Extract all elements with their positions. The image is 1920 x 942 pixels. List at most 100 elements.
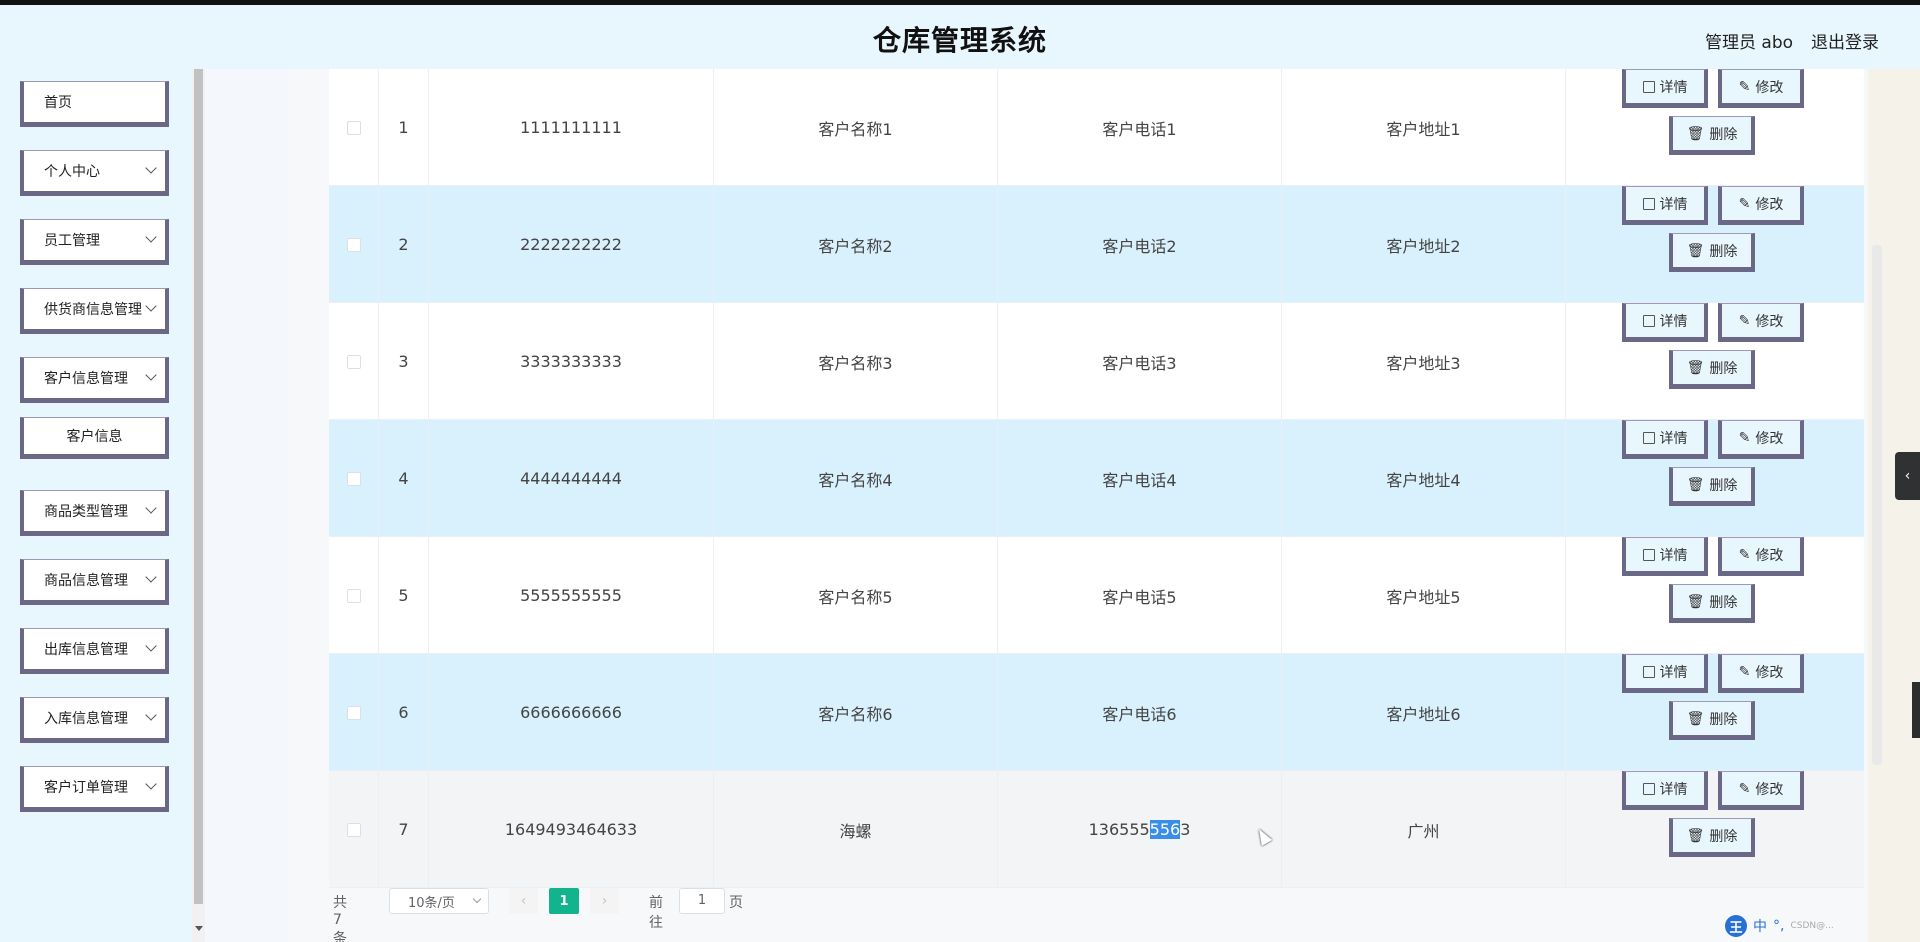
edit-button[interactable]: ✎ 修改 — [1718, 654, 1804, 693]
trash-icon: 🗑 — [1686, 476, 1705, 493]
customer-account: 4444444444 — [429, 420, 714, 537]
chevron-down-icon — [145, 778, 157, 790]
sidebar-item-products[interactable]: 商品信息管理 — [20, 559, 169, 605]
delete-button[interactable]: 🗑 删除 — [1669, 818, 1755, 857]
customer-phone: 客户电话3 — [998, 303, 1282, 420]
row-checkbox[interactable] — [346, 822, 361, 837]
page-suffix: 页 — [729, 895, 743, 911]
sidebar-item-outbound[interactable]: 出库信息管理 — [20, 628, 169, 674]
sidebar-item-label: 入库信息管理 — [44, 711, 128, 727]
pencil-icon: ✎ — [1738, 195, 1751, 212]
delete-button[interactable]: 🗑 删除 — [1669, 116, 1755, 155]
detail-button[interactable]: 详情 — [1622, 654, 1708, 693]
row-checkbox[interactable] — [346, 120, 361, 135]
sidebar-item-label: 商品类型管理 — [44, 504, 128, 520]
detail-button[interactable]: 详情 — [1622, 69, 1708, 108]
trash-icon: 🗑 — [1686, 593, 1705, 610]
row-checkbox[interactable] — [346, 237, 361, 252]
detail-button[interactable]: 详情 — [1622, 186, 1708, 225]
customer-name: 客户名称2 — [714, 186, 998, 303]
pencil-icon: ✎ — [1738, 780, 1751, 797]
sidebar-item-label: 首页 — [44, 95, 72, 111]
logout-link[interactable]: 退出登录 — [1811, 28, 1879, 53]
row-index: 1 — [379, 69, 429, 186]
edit-button[interactable]: ✎ 修改 — [1718, 69, 1804, 108]
sidebar-subitem-customer-info[interactable]: 客户信息 — [20, 417, 169, 459]
table-row: 4 4444444444 客户名称4 客户电话4 客户地址4 详情 ✎ 修改 🗑 删… — [329, 420, 1864, 537]
next-page-button[interactable]: › — [590, 888, 619, 914]
sidebar-item-home[interactable]: 首页 — [20, 81, 169, 127]
customer-phone: 客户电话4 — [998, 420, 1282, 537]
app-title: 仓库管理系统 — [872, 24, 1047, 57]
row-checkbox[interactable] — [346, 588, 361, 603]
row-index: 5 — [379, 537, 429, 654]
watermark: CSDN@... — [1790, 921, 1834, 931]
detail-button[interactable]: 详情 — [1622, 771, 1708, 810]
sidebar-item-profile[interactable]: 个人中心 — [20, 150, 169, 196]
pencil-icon: ✎ — [1738, 546, 1751, 563]
goto-page-input[interactable]: 1 — [679, 888, 725, 914]
row-checkbox[interactable] — [346, 705, 361, 720]
customer-phone: 客户电话5 — [998, 537, 1282, 654]
ime-punct[interactable]: °, — [1773, 918, 1784, 934]
sidebar-item-label: 出库信息管理 — [44, 642, 128, 658]
side-tab[interactable] — [1912, 682, 1920, 738]
scroll-down-arrow-icon[interactable] — [195, 926, 203, 931]
sidebar-scrollbar-thumb[interactable] — [194, 69, 203, 904]
delete-button[interactable]: 🗑 删除 — [1669, 584, 1755, 623]
row-index: 3 — [379, 303, 429, 420]
edit-button[interactable]: ✎ 修改 — [1718, 186, 1804, 225]
prev-page-button[interactable]: ‹ — [509, 888, 538, 914]
sidebar-item-label: 商品信息管理 — [44, 573, 128, 589]
row-checkbox[interactable] — [346, 471, 361, 486]
customer-name: 客户名称4 — [714, 420, 998, 537]
current-user: 管理员 abo — [1705, 33, 1794, 53]
table-row: 7 1649493464633 海螺 136555 556 3 广州 详情 ✎ 修改 … — [329, 771, 1864, 888]
chevron-down-icon — [145, 709, 157, 721]
customer-name: 客户名称3 — [714, 303, 998, 420]
edit-button[interactable]: ✎ 修改 — [1718, 537, 1804, 576]
edit-button[interactable]: ✎ 修改 — [1718, 303, 1804, 342]
trash-icon: 🗑 — [1686, 242, 1705, 259]
edit-button[interactable]: ✎ 修改 — [1718, 771, 1804, 810]
document-icon — [1642, 782, 1655, 795]
main-scrollbar-thumb[interactable] — [1872, 245, 1882, 765]
sidebar-item-inbound[interactable]: 入库信息管理 — [20, 697, 169, 743]
table-row: 3 3333333333 客户名称3 客户电话3 客户地址3 详情 ✎ 修改 🗑 删… — [329, 303, 1864, 420]
sidebar-item-product-types[interactable]: 商品类型管理 — [20, 490, 169, 536]
row-index: 7 — [379, 771, 429, 888]
delete-button[interactable]: 🗑 删除 — [1669, 233, 1755, 272]
detail-button[interactable]: 详情 — [1622, 537, 1708, 576]
pencil-icon: ✎ — [1738, 429, 1751, 446]
customer-address: 广州 — [1282, 771, 1566, 888]
delete-button[interactable]: 🗑 删除 — [1669, 350, 1755, 389]
customer-address: 客户地址4 — [1282, 420, 1566, 537]
ime-mode[interactable]: 中 — [1753, 916, 1767, 936]
sidebar-item-suppliers[interactable]: 供货商信息管理 — [20, 288, 169, 334]
current-page-button[interactable]: 1 — [549, 888, 579, 914]
row-checkbox[interactable] — [346, 354, 361, 369]
customer-account: 2222222222 — [429, 186, 714, 303]
sidebar-item-label: 个人中心 — [44, 164, 100, 180]
chevron-down-icon — [145, 300, 157, 312]
document-icon — [1642, 431, 1655, 444]
document-icon — [1642, 548, 1655, 561]
delete-button[interactable]: 🗑 删除 — [1669, 467, 1755, 506]
detail-button[interactable]: 详情 — [1622, 420, 1708, 459]
delete-button[interactable]: 🗑 删除 — [1669, 701, 1755, 740]
sidebar-item-orders[interactable]: 客户订单管理 — [20, 766, 169, 812]
sidebar-item-customers[interactable]: 客户信息管理 — [20, 357, 169, 403]
sidebar-item-staff[interactable]: 员工管理 — [20, 219, 169, 265]
customer-account: 3333333333 — [429, 303, 714, 420]
sidebar-item-label: 客户信息 — [66, 429, 123, 445]
customer-name: 海螺 — [714, 771, 998, 888]
chevron-down-icon — [145, 369, 157, 381]
ime-logo-icon: 王 — [1725, 915, 1747, 937]
page-size-select[interactable]: 10条/页 — [389, 888, 489, 914]
detail-button[interactable]: 详情 — [1622, 303, 1708, 342]
edit-button[interactable]: ✎ 修改 — [1718, 420, 1804, 459]
sidebar-item-label: 员工管理 — [44, 233, 100, 249]
chevron-left-icon[interactable]: ‹ — [1895, 452, 1920, 500]
ime-toolbar[interactable]: 王 中 °, CSDN@... — [1725, 914, 1834, 938]
customer-address: 客户地址2 — [1282, 186, 1566, 303]
